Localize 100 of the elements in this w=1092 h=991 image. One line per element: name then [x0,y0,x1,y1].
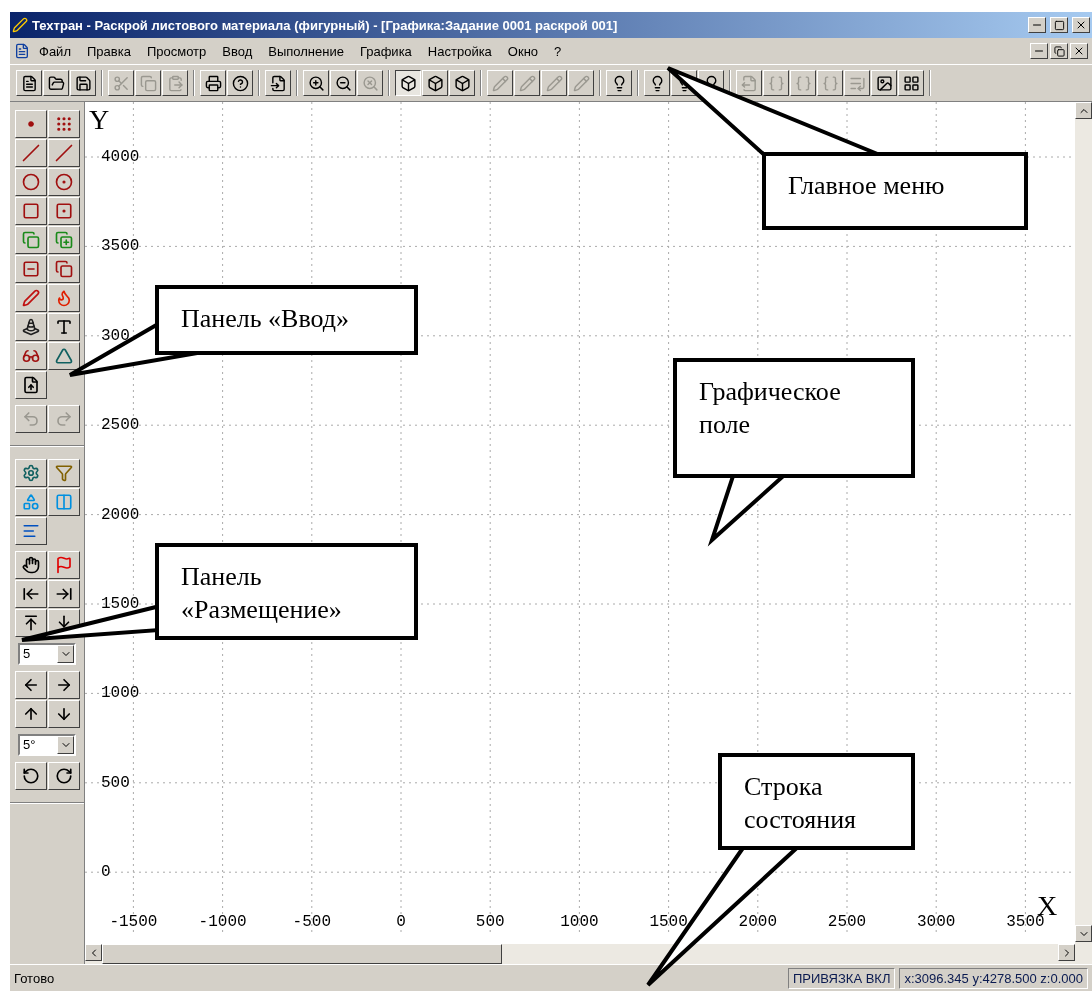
tool-button[interactable] [14,226,47,254]
undo-icon [21,410,40,428]
dropdown-button[interactable] [57,736,74,754]
tool-button[interactable] [14,580,47,608]
tool-button[interactable] [14,551,47,579]
menu-item[interactable]: Правка [79,41,138,61]
menu-item[interactable]: Графика [352,41,419,61]
tool-button[interactable] [47,139,80,167]
tool-button[interactable] [47,459,80,487]
squares-icon [21,231,40,249]
maximize-button[interactable] [1050,17,1068,33]
minimize-button[interactable] [1028,17,1046,33]
funnel-icon [54,464,73,482]
y-tick-label: 1000 [101,684,140,703]
tool-button[interactable] [14,110,47,138]
x-tick-label: 1000 [560,913,599,931]
angle-dropdown[interactable]: 5° [18,734,76,756]
dropdown-button[interactable] [57,645,74,663]
triangle-icon [54,347,73,365]
redo-icon [54,410,73,428]
toolbar-button[interactable] [395,70,421,96]
tool-button[interactable] [47,284,80,312]
tool-button[interactable] [14,459,47,487]
tool-button[interactable] [14,342,47,370]
menu-item[interactable]: Файл [32,41,78,61]
x-tick-label: -1000 [198,913,247,931]
tool-button[interactable] [47,700,80,728]
tool-button[interactable] [14,255,47,283]
x-tick-label: -1500 [109,913,158,931]
menu-item[interactable]: Окно [500,41,546,61]
minimize-button[interactable] [1030,43,1048,59]
callout-text: Строка состояния [718,753,915,850]
tool-button[interactable] [47,580,80,608]
scroll-right-button[interactable] [1058,944,1075,961]
tool-button[interactable] [47,255,80,283]
x-tick-label: 0 [396,913,406,931]
tool-button[interactable] [14,371,47,399]
menu-item[interactable]: Выполнение [261,41,351,61]
line-icon [54,144,73,162]
image-icon [875,74,893,92]
scroll-down-button[interactable] [1075,925,1092,942]
scroll-up-button[interactable] [1075,102,1092,119]
restore-button[interactable] [1050,43,1068,59]
folder-icon [47,74,65,92]
step-dropdown[interactable]: 5 [18,643,76,665]
arrow-to-line-icon [21,585,40,603]
menu-item[interactable]: Настройка [420,41,499,61]
cube-icon [399,74,417,92]
braces-icon [767,74,785,92]
tool-button[interactable] [47,226,80,254]
cone-icon [21,318,40,336]
app-icon [12,17,28,33]
tool-button[interactable] [47,197,80,225]
document-icon [20,74,38,92]
tool-button[interactable] [14,284,47,312]
tool-button[interactable] [47,110,80,138]
y-tick-label: 300 [101,326,130,345]
printer-icon [204,74,222,92]
tool-button[interactable] [47,551,80,579]
tool-button[interactable] [14,168,47,196]
vertical-scrollbar[interactable] [1075,102,1092,964]
columns-icon [54,493,73,511]
tool-button[interactable] [14,197,47,225]
scroll-thumb[interactable] [102,944,502,964]
menu-item[interactable]: Ввод [215,41,260,61]
tool-button[interactable] [14,671,47,699]
tool-button[interactable] [14,139,47,167]
tool-button[interactable] [47,342,80,370]
gear-icon [21,464,40,482]
tool-button[interactable] [47,671,80,699]
tool-button[interactable] [14,313,47,341]
restore-icon [1053,45,1065,57]
grid-icon [902,74,920,92]
maximize-icon [1053,19,1065,31]
y-tick-label: 2000 [101,505,140,524]
target-icon [54,173,73,191]
align-icon [21,522,40,540]
tool-button[interactable] [47,313,80,341]
close-icon [1075,19,1087,31]
tool-button[interactable] [14,700,47,728]
close-button[interactable] [1070,43,1088,59]
copy-icon [139,74,157,92]
square-icon [54,202,73,220]
arrow-to-line-icon [54,585,73,603]
tool-button[interactable] [14,488,47,516]
magnifier-icon [361,74,379,92]
coordinates-readout: x:3096.345 y:4278.500 z:0.000 [899,967,1088,989]
menu-item[interactable]: Просмотр [139,41,214,61]
tool-button[interactable] [14,517,47,545]
x-tick-label: 2000 [738,913,777,931]
horizontal-scrollbar[interactable] [85,944,1075,964]
scroll-left-button[interactable] [85,944,102,961]
y-tick-label: 0 [101,863,111,882]
tool-button[interactable] [14,762,47,790]
close-button[interactable] [1072,17,1090,33]
x-tick-label: 1500 [649,913,688,931]
menu-item[interactable]: ? [547,41,569,61]
tool-button[interactable] [47,488,80,516]
tool-button[interactable] [47,762,80,790]
tool-button[interactable] [47,168,80,196]
